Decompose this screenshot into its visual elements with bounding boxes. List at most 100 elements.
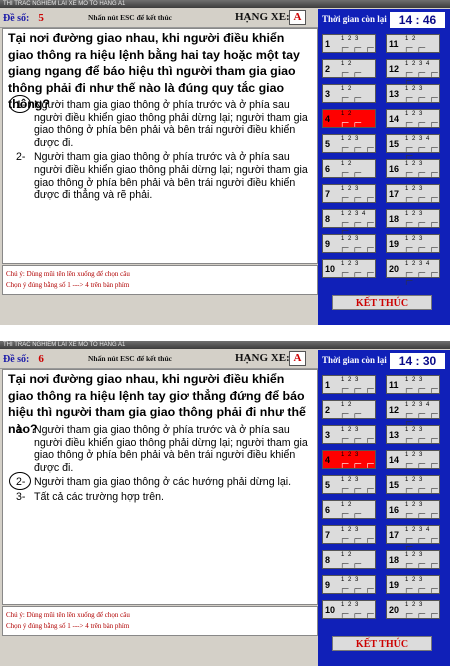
- question-cell-11[interactable]: 11 1 2 3 ┌─ ┌─ ┌─: [386, 375, 440, 394]
- question-cell-16[interactable]: 16 1 2 3 ┌─ ┌─ ┌─: [386, 159, 440, 178]
- question-cell-options: 1 2 3: [405, 502, 424, 508]
- question-cell-12[interactable]: 12 1 2 3 4 ┌─ ┌─ ┌─ ┌─: [386, 400, 440, 426]
- question-cell-options: 1 2 3: [405, 452, 424, 458]
- question-cell-number: 18: [389, 214, 400, 224]
- question-cell-10[interactable]: 10 1 2 3 ┌─ ┌─ ┌─: [322, 259, 376, 278]
- question-cell-14[interactable]: 14 1 2 3 ┌─ ┌─ ┌─: [386, 450, 440, 469]
- question-cell-5[interactable]: 5 1 2 3 ┌─ ┌─ ┌─: [322, 134, 376, 153]
- question-cell-18[interactable]: 18 1 2 3 ┌─ ┌─ ┌─: [386, 209, 440, 228]
- question-cell-3[interactable]: 3 1 2 ┌─ ┌─: [322, 84, 376, 103]
- question-cell-7[interactable]: 7 1 2 3 ┌─ ┌─ ┌─: [322, 525, 376, 544]
- window-title: THI TRAC NGHIEM LAI XE MO TO HANG A1: [0, 341, 450, 349]
- window-title: THI TRAC NGHIEM LAI XE MO TO HANG A1: [0, 0, 450, 8]
- question-cell-options: 1 2 3: [405, 86, 424, 92]
- answer-option-1[interactable]: 1- Người tham gia giao thông ở phía trước…: [8, 95, 313, 149]
- question-cell-4[interactable]: 4 1 2 ┌─ ┌─: [322, 109, 376, 128]
- question-cell-number: 3: [325, 430, 331, 440]
- answer-option-1[interactable]: 1- Người tham gia giao thông ở phía trước…: [8, 424, 313, 474]
- answer-checkbox-icon: ┌─ ┌─ ┌─ ┌─: [404, 410, 438, 426]
- answer-list: 1- Người tham gia giao thông ở phía trước…: [8, 424, 313, 506]
- question-cell-10[interactable]: 10 1 2 3 ┌─ ┌─ ┌─: [322, 600, 376, 619]
- answer-checkbox-icon: ┌─ ┌─ ┌─: [404, 219, 438, 227]
- exam-screen-1: THI TRAC NGHIEM LAI XE MO TO HANG A1 Đề …: [0, 0, 450, 325]
- answer-checkbox-icon: ┌─ ┌─ ┌─: [404, 485, 438, 493]
- question-cell-number: 1: [325, 39, 331, 49]
- question-cell-options: 1 2: [341, 61, 353, 67]
- question-cell-options: 1 2: [341, 402, 353, 408]
- answer-checkbox-icon: ┌─ ┌─: [340, 119, 362, 127]
- answer-option-3[interactable]: 3- Tất cả các trường hợp trên.: [8, 491, 313, 504]
- question-cell-number: 10: [325, 264, 336, 274]
- exam-number: Đề số: 6: [3, 353, 44, 365]
- answer-checkbox-icon: ┌─ ┌─ ┌─: [404, 194, 438, 202]
- question-cell-8[interactable]: 8 1 2 ┌─ ┌─: [322, 550, 376, 569]
- finish-button[interactable]: KẾT THÚC: [332, 636, 432, 651]
- answer-checkbox-icon: ┌─ ┌─ ┌─: [340, 44, 374, 52]
- question-cell-2[interactable]: 2 1 2 ┌─ ┌─: [322, 400, 376, 419]
- question-panel: Tại nơi đường giao nhau, khi người điều …: [2, 28, 318, 264]
- answer-checkbox-icon: ┌─ ┌─ ┌─: [340, 585, 374, 593]
- answer-checkbox-icon: ┌─ ┌─ ┌─: [340, 244, 374, 252]
- question-cell-6[interactable]: 6 1 2 ┌─ ┌─: [322, 159, 376, 178]
- question-cell-number: 7: [325, 530, 331, 540]
- question-cell-4[interactable]: 4 1 2 3 ┌─ ┌─ ┌─: [322, 450, 376, 469]
- question-cell-number: 15: [389, 139, 400, 149]
- question-cell-options: 1 2: [341, 86, 353, 92]
- question-cell-number: 13: [389, 89, 400, 99]
- question-cell-number: 16: [389, 505, 400, 515]
- question-cell-6[interactable]: 6 1 2 ┌─ ┌─: [322, 500, 376, 519]
- question-cell-9[interactable]: 9 1 2 3 ┌─ ┌─ ┌─: [322, 234, 376, 253]
- question-cell-number: 20: [389, 264, 400, 274]
- question-navigator: Thời gian còn lại 14 : 46 11 2 3 ┌─ ┌─ ┌─…: [318, 9, 450, 325]
- answer-checkbox-icon: ┌─ ┌─: [340, 169, 362, 177]
- question-cell-19[interactable]: 19 1 2 3 ┌─ ┌─ ┌─: [386, 575, 440, 594]
- question-cell-16[interactable]: 16 1 2 3 ┌─ ┌─ ┌─: [386, 500, 440, 519]
- question-cell-options: 1 2: [341, 552, 353, 558]
- instruction-note: Chú ý: Dùng mũi tên lên xuống để chọn câ…: [2, 265, 318, 295]
- question-cell-number: 2: [325, 405, 331, 415]
- answer-checkbox-icon: ┌─ ┌─ ┌─: [404, 94, 438, 102]
- question-cell-17[interactable]: 17 1 2 3 4 ┌─ ┌─ ┌─ ┌─: [386, 525, 440, 551]
- question-cell-19[interactable]: 19 1 2 3 ┌─ ┌─ ┌─: [386, 234, 440, 253]
- answer-checkbox-icon: ┌─ ┌─ ┌─: [340, 610, 374, 618]
- question-cell-15[interactable]: 15 1 2 3 ┌─ ┌─ ┌─: [386, 475, 440, 494]
- question-cell-number: 8: [325, 214, 331, 224]
- question-cell-options: 1 2 3: [341, 36, 360, 42]
- question-cell-11[interactable]: 11 1 2 ┌─ ┌─: [386, 34, 440, 53]
- answer-option-2[interactable]: 2- Người tham gia giao thông ở phía trước…: [8, 151, 313, 201]
- question-cell-options: 1 2 3: [341, 136, 360, 142]
- question-cell-8[interactable]: 8 1 2 3 4 ┌─ ┌─ ┌─ ┌─: [322, 209, 376, 235]
- question-cell-20[interactable]: 20 1 2 3 4 ┌─ ┌─ ┌─ ┌─: [386, 259, 440, 285]
- esc-hint: Nhấn nút ESC để kết thúc: [88, 13, 172, 22]
- answer-checkbox-icon: ┌─ ┌─ ┌─ ┌─: [340, 219, 374, 235]
- exam-header: Đề số: 5 Nhấn nút ESC để kết thúc HẠNG XE…: [0, 9, 318, 28]
- answer-checkbox-icon: ┌─ ┌─: [404, 44, 426, 52]
- question-cell-5[interactable]: 5 1 2 3 ┌─ ┌─ ┌─: [322, 475, 376, 494]
- answer-checkbox-icon: ┌─ ┌─ ┌─: [404, 510, 438, 518]
- question-cell-17[interactable]: 17 1 2 3 ┌─ ┌─ ┌─: [386, 184, 440, 203]
- answer-checkbox-icon: ┌─ ┌─ ┌─: [340, 435, 374, 443]
- question-cell-2[interactable]: 2 1 2 ┌─ ┌─: [322, 59, 376, 78]
- question-cell-options: 1 2 3: [405, 211, 424, 217]
- question-cell-20[interactable]: 20 1 2 3 ┌─ ┌─ ┌─: [386, 600, 440, 619]
- question-cell-14[interactable]: 14 1 2 3 ┌─ ┌─ ┌─: [386, 109, 440, 128]
- answer-checkbox-icon: ┌─ ┌─ ┌─ ┌─: [404, 535, 438, 551]
- question-cell-1[interactable]: 1 1 2 3 ┌─ ┌─ ┌─: [322, 34, 376, 53]
- question-cell-options: 1 2 3: [341, 602, 360, 608]
- question-cell-9[interactable]: 9 1 2 3 ┌─ ┌─ ┌─: [322, 575, 376, 594]
- question-cell-options: 1 2 3 4: [405, 402, 431, 408]
- question-cell-1[interactable]: 1 1 2 3 ┌─ ┌─ ┌─: [322, 375, 376, 394]
- answer-option-2[interactable]: 2- Người tham gia giao thông ở các hướng …: [8, 472, 313, 491]
- question-cell-12[interactable]: 12 1 2 3 4 ┌─ ┌─ ┌─ ┌─: [386, 59, 440, 85]
- question-cell-options: 1 2 3: [405, 577, 424, 583]
- question-cell-7[interactable]: 7 1 2 3 ┌─ ┌─ ┌─: [322, 184, 376, 203]
- question-cell-options: 1 2 3: [341, 527, 360, 533]
- question-cell-15[interactable]: 15 1 2 3 4 ┌─ ┌─ ┌─ ┌─: [386, 134, 440, 160]
- question-cell-3[interactable]: 3 1 2 3 ┌─ ┌─ ┌─: [322, 425, 376, 444]
- finish-button[interactable]: KẾT THÚC: [332, 295, 432, 310]
- question-cell-13[interactable]: 13 1 2 3 ┌─ ┌─ ┌─: [386, 425, 440, 444]
- question-cell-options: 1 2 3: [405, 552, 424, 558]
- question-cell-18[interactable]: 18 1 2 3 ┌─ ┌─ ┌─: [386, 550, 440, 569]
- question-cell-13[interactable]: 13 1 2 3 ┌─ ┌─ ┌─: [386, 84, 440, 103]
- answer-checkbox-icon: ┌─ ┌─ ┌─: [340, 535, 374, 543]
